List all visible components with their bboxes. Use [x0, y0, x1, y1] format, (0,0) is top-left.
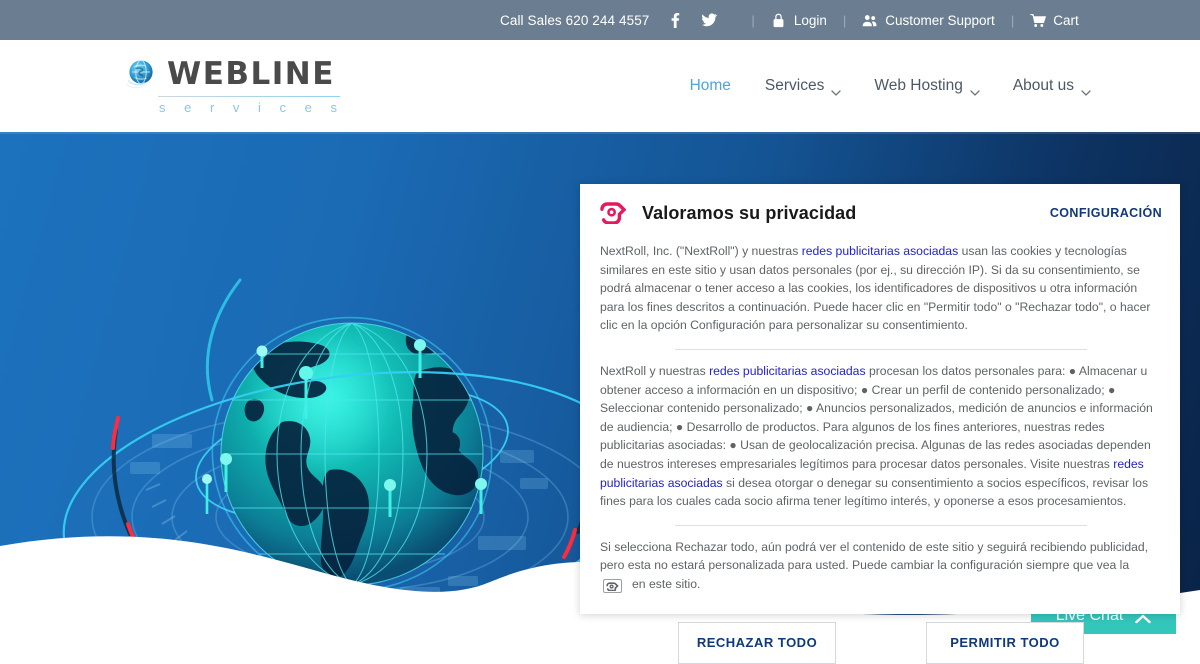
chevron-down-icon [831, 83, 842, 96]
p2-text-b: procesan los datos personales para: ● Al… [600, 363, 1153, 471]
sales-phone[interactable]: Call Sales 620 244 4557 [500, 13, 649, 28]
cart-label: Cart [1053, 12, 1079, 28]
logo-subtext: s e r v i c e s [159, 99, 345, 115]
chevron-down-icon [970, 83, 980, 96]
nav-label-home: Home [689, 77, 731, 94]
users-icon [862, 12, 878, 28]
nav-label-services: Services [764, 77, 825, 94]
facebook-icon[interactable] [667, 12, 683, 28]
twitter-icon[interactable] [701, 12, 718, 28]
p3-text-b: en este sitio. [632, 576, 701, 591]
cookie-divider-2 [675, 524, 1087, 526]
lock-icon [771, 12, 787, 28]
separator-2: | [842, 12, 847, 28]
nextroll-small-icon[interactable] [603, 579, 622, 594]
p1-text-a: NextRoll, Inc. ("NextRoll") y nuestras [600, 244, 802, 258]
cookie-dialog-title: Valoramos su privacidad [642, 202, 857, 223]
customer-support-label: Customer Support [885, 12, 995, 28]
logo-wordmark: WEBLINE [167, 56, 335, 92]
nextroll-logo-icon [600, 202, 627, 225]
nav-item-about-us[interactable]: About us [1012, 77, 1091, 96]
separator-1: | [751, 12, 755, 28]
accept-all-button[interactable]: PERMITIR TODO [926, 621, 1084, 664]
site-logo[interactable]: WEBLINE s e r v i c e s [125, 58, 344, 115]
nav-label-web-hosting: Web Hosting [874, 77, 963, 94]
p2-text-a: NextRoll y nuestras [600, 363, 710, 378]
cookie-settings-link[interactable]: CONFIGURACIÓN [1050, 206, 1162, 220]
cookie-consent-dialog: Valoramos su privacidad CONFIGURACIÓN Ne… [580, 184, 1180, 664]
separator-3: | [1010, 12, 1015, 28]
customer-support-link[interactable]: Customer Support [862, 12, 995, 28]
p3-text-a: Si selecciona Rechazar todo, aún podrá v… [600, 539, 1149, 573]
site-header: WEBLINE s e r v i c e s Home Services We… [0, 40, 1200, 132]
login-label: Login [793, 12, 827, 28]
login-link[interactable]: Login [771, 12, 827, 28]
nav-item-web-hosting[interactable]: Web Hosting [874, 77, 980, 96]
partner-networks-link-2[interactable]: redes publicitarias asociadas [709, 364, 866, 378]
cookie-paragraph-3: Si selecciona Rechazar todo, aún podrá v… [600, 538, 1162, 594]
shopping-cart-icon [1030, 12, 1047, 28]
cookie-dialog-body: NextRoll, Inc. ("NextRoll") y nuestras r… [598, 242, 1162, 664]
cookie-dialog-header: Valoramos su privacidad CONFIGURACIÓN [598, 184, 1162, 230]
nav-label-about-us: About us [1012, 77, 1074, 94]
reject-all-button[interactable]: RECHAZAR TODO [678, 621, 836, 664]
top-utility-bar: Call Sales 620 244 4557 | Login | Custom… [0, 0, 1200, 40]
nav-item-home[interactable]: Home [690, 77, 731, 95]
cart-link[interactable]: Cart [1030, 12, 1079, 28]
globe-icon [125, 58, 159, 92]
social-links [667, 12, 718, 28]
nav-item-services[interactable]: Services [764, 77, 842, 96]
main-nav: Home Services Web Hosting About us [690, 77, 1091, 96]
partner-networks-link-1[interactable]: redes publicitarias asociadas [802, 244, 959, 258]
cookie-divider-1 [675, 348, 1087, 350]
chevron-down-icon [1081, 83, 1091, 96]
cookie-paragraph-1: NextRoll, Inc. ("NextRoll") y nuestras r… [600, 242, 1162, 335]
cookie-paragraph-2: NextRoll y nuestras redes publicitarias … [600, 362, 1162, 511]
cookie-dialog-actions: RECHAZAR TODO PERMITIR TODO [600, 621, 1162, 664]
logo-divider [158, 95, 340, 97]
